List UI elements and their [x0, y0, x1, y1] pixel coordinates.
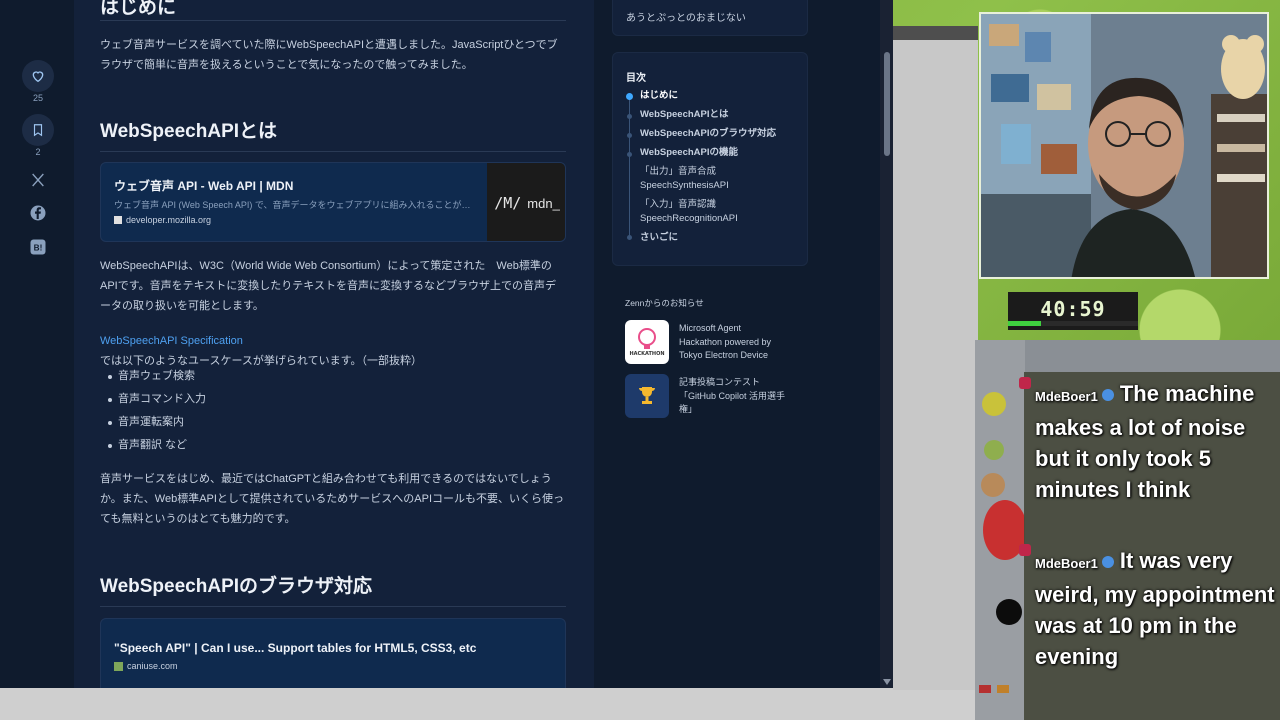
timer-progress-fill — [1008, 321, 1041, 326]
heart-icon — [32, 71, 44, 83]
mdn-card-domain: developer.mozilla.org — [126, 215, 212, 225]
timer-text: 40:59 — [1040, 297, 1106, 321]
scroll-down-arrow-icon[interactable] — [882, 678, 892, 686]
bottom-bar — [0, 688, 975, 720]
list-item: 音声コマンド入力 — [100, 388, 566, 411]
news-line: 記事投稿コンテスト — [679, 377, 761, 387]
news-line: 「GitHub Copilot 活用選手 — [679, 390, 786, 401]
facebook-icon — [30, 205, 46, 221]
what-is-paragraph: WebSpeechAPIは、W3C（World Wide Web Consort… — [100, 260, 556, 312]
toc-item-what-is[interactable]: WebSpeechAPIとは — [640, 108, 729, 122]
caniuse-card-domain: caniuse.com — [127, 661, 178, 671]
x-share-button[interactable] — [28, 170, 48, 190]
list-item: 音声運転案内 — [100, 411, 566, 434]
right-column: あうとぷっとのおまじない 目次 はじめに WebSpeechAPIとは WebS… — [594, 0, 884, 688]
contest-thumb — [625, 374, 669, 418]
news-title: Zennからのお知らせ — [625, 298, 704, 308]
intro-paragraph: ウェブ音声サービスを調べていた際にWebSpeechAPIと遭遇しました。Jav… — [100, 39, 558, 71]
intro-heading: はじめに — [100, 0, 177, 18]
list-item: 音声ウェブ検索 — [100, 365, 566, 388]
author-text: あうとぷっとのおまじない — [626, 13, 746, 24]
background-window — [893, 40, 978, 690]
toc-dot — [627, 114, 632, 119]
mdn-link-card[interactable]: ウェブ音声 API - Web API | MDN ウェブ音声 API (Web… — [100, 162, 566, 242]
chat-message: MdeBoer1 The machine makes a lot of noise… — [1035, 378, 1275, 505]
like-count: 25 — [32, 93, 43, 103]
toc-item-intro[interactable]: はじめに — [640, 89, 678, 103]
background-window-strip — [893, 26, 978, 40]
section-heading-what-is: WebSpeechAPIとは — [100, 116, 566, 152]
hackathon-thumb: HACKATHON — [625, 320, 669, 364]
chat-username: MdeBoer1 — [1035, 389, 1098, 404]
chat-message: MdeBoer1 It was very weird, my appointmen… — [1035, 545, 1275, 672]
mdn-card-title: ウェブ音声 API - Web API | MDN — [114, 179, 294, 193]
table-of-contents: 目次 はじめに WebSpeechAPIとは WebSpeechAPIのブラウザ… — [612, 52, 808, 266]
section-heading-browser-support: WebSpeechAPIのブラウザ対応 — [100, 571, 566, 607]
mdn-favicon-icon — [114, 216, 122, 224]
hackathon-thumb-label: HACKATHON — [629, 351, 665, 357]
spec-link[interactable]: WebSpeechAPI Specification — [100, 335, 243, 347]
webcam-image — [981, 14, 1267, 277]
svg-text:B!: B! — [34, 243, 43, 252]
news-line: Hackathon powered by — [679, 336, 772, 347]
article-action-sidebar: 25 2 B! — [0, 0, 74, 688]
hatena-icon: B! — [30, 239, 46, 255]
mdn-logo-thumb: /M/ mdn_ — [487, 163, 565, 241]
trophy-icon — [639, 387, 655, 404]
author-box: あうとぷっとのおまじない — [612, 0, 808, 36]
moderator-badge-icon — [1019, 377, 1031, 389]
verified-badge-icon — [1101, 389, 1114, 402]
mdn-logo-icon: /M/ — [494, 194, 522, 212]
mdn-logo-text: mdn_ — [527, 195, 560, 211]
facebook-share-button[interactable] — [28, 203, 48, 223]
toc-dot — [627, 235, 632, 240]
bookmark-icon — [33, 124, 43, 137]
mdn-card-description: ウェブ音声 API (Web Speech API) で、音声データをウェブアプ… — [114, 200, 471, 210]
news-text-hackathon: Microsoft Agent Hackathon powered by Tok… — [679, 322, 771, 363]
toc-item-browser-support[interactable]: WebSpeechAPIのブラウザ対応 — [640, 127, 776, 141]
chat-username: MdeBoer1 — [1035, 556, 1098, 571]
mdn-card-domain-row: developer.mozilla.org — [114, 215, 211, 225]
list-item: 音声翻訳 など — [100, 434, 566, 457]
news-line: Microsoft Agent — [679, 323, 742, 333]
like-button[interactable] — [22, 60, 54, 92]
heading-divider — [100, 20, 566, 21]
news-item-hackathon[interactable]: HACKATHON Microsoft Agent Hackathon powe… — [625, 320, 815, 366]
verified-badge-icon — [1101, 556, 1114, 569]
toc-item-features[interactable]: WebSpeechAPIの機能 — [640, 146, 738, 160]
toc-title: 目次 — [626, 73, 646, 84]
moderator-badge-icon — [1019, 544, 1031, 556]
chat-background-pattern — [975, 340, 1027, 720]
news-line: 権」 — [679, 404, 698, 414]
article-body: はじめに ウェブ音声サービスを調べていた際にWebSpeechAPIと遭遇しまし… — [74, 0, 594, 688]
caniuse-card-domain-row: caniuse.com — [114, 661, 178, 671]
caniuse-favicon-icon — [114, 661, 123, 671]
x-logo-icon — [32, 173, 44, 187]
bookmark-count: 2 — [35, 147, 41, 157]
hatena-bookmark-button[interactable]: B! — [28, 237, 48, 257]
toc-item-synthesis[interactable]: SpeechSynthesisAPI — [640, 179, 729, 193]
news-text-contest: 記事投稿コンテスト 「GitHub Copilot 活用選手 権」 — [679, 376, 785, 417]
toc-item-output[interactable]: 「出力」音声合成 — [640, 165, 716, 179]
news-item-contest[interactable]: 記事投稿コンテスト 「GitHub Copilot 活用選手 権」 — [625, 374, 815, 420]
toc-dot — [627, 152, 632, 157]
news-line: Tokyo Electron Device — [679, 350, 769, 360]
use-case-list: 音声ウェブ検索 音声コマンド入力 音声運転案内 音声翻訳 など — [100, 365, 566, 457]
bookmark-button[interactable] — [22, 114, 54, 146]
benefit-paragraph: 音声サービスをはじめ、最近ではChatGPTと組み合わせても利用できるのではない… — [100, 473, 564, 525]
toc-item-input[interactable]: 「入力」音声認識 — [640, 198, 716, 212]
caniuse-link-card[interactable]: "Speech API" | Can I use... Support tabl… — [100, 618, 566, 688]
toc-dot — [627, 133, 632, 138]
webcam-feed — [979, 12, 1269, 279]
lightbulb-icon — [638, 328, 656, 349]
screen: 25 2 B! はじめに ウェブ音声サービスを調べていた際にWebSpeechA… — [0, 0, 1280, 720]
toc-item-conclusion[interactable]: さいごに — [640, 231, 678, 245]
timer-progress-bar — [1008, 321, 1138, 326]
toc-active-dot — [626, 93, 633, 100]
toc-item-recognition[interactable]: SpeechRecognitionAPI — [640, 212, 738, 226]
scrollbar-thumb[interactable] — [884, 52, 890, 156]
browser-window: 25 2 B! はじめに ウェブ音声サービスを調べていた際にWebSpeechA… — [0, 0, 893, 688]
caniuse-card-title: "Speech API" | Can I use... Support tabl… — [114, 641, 477, 655]
